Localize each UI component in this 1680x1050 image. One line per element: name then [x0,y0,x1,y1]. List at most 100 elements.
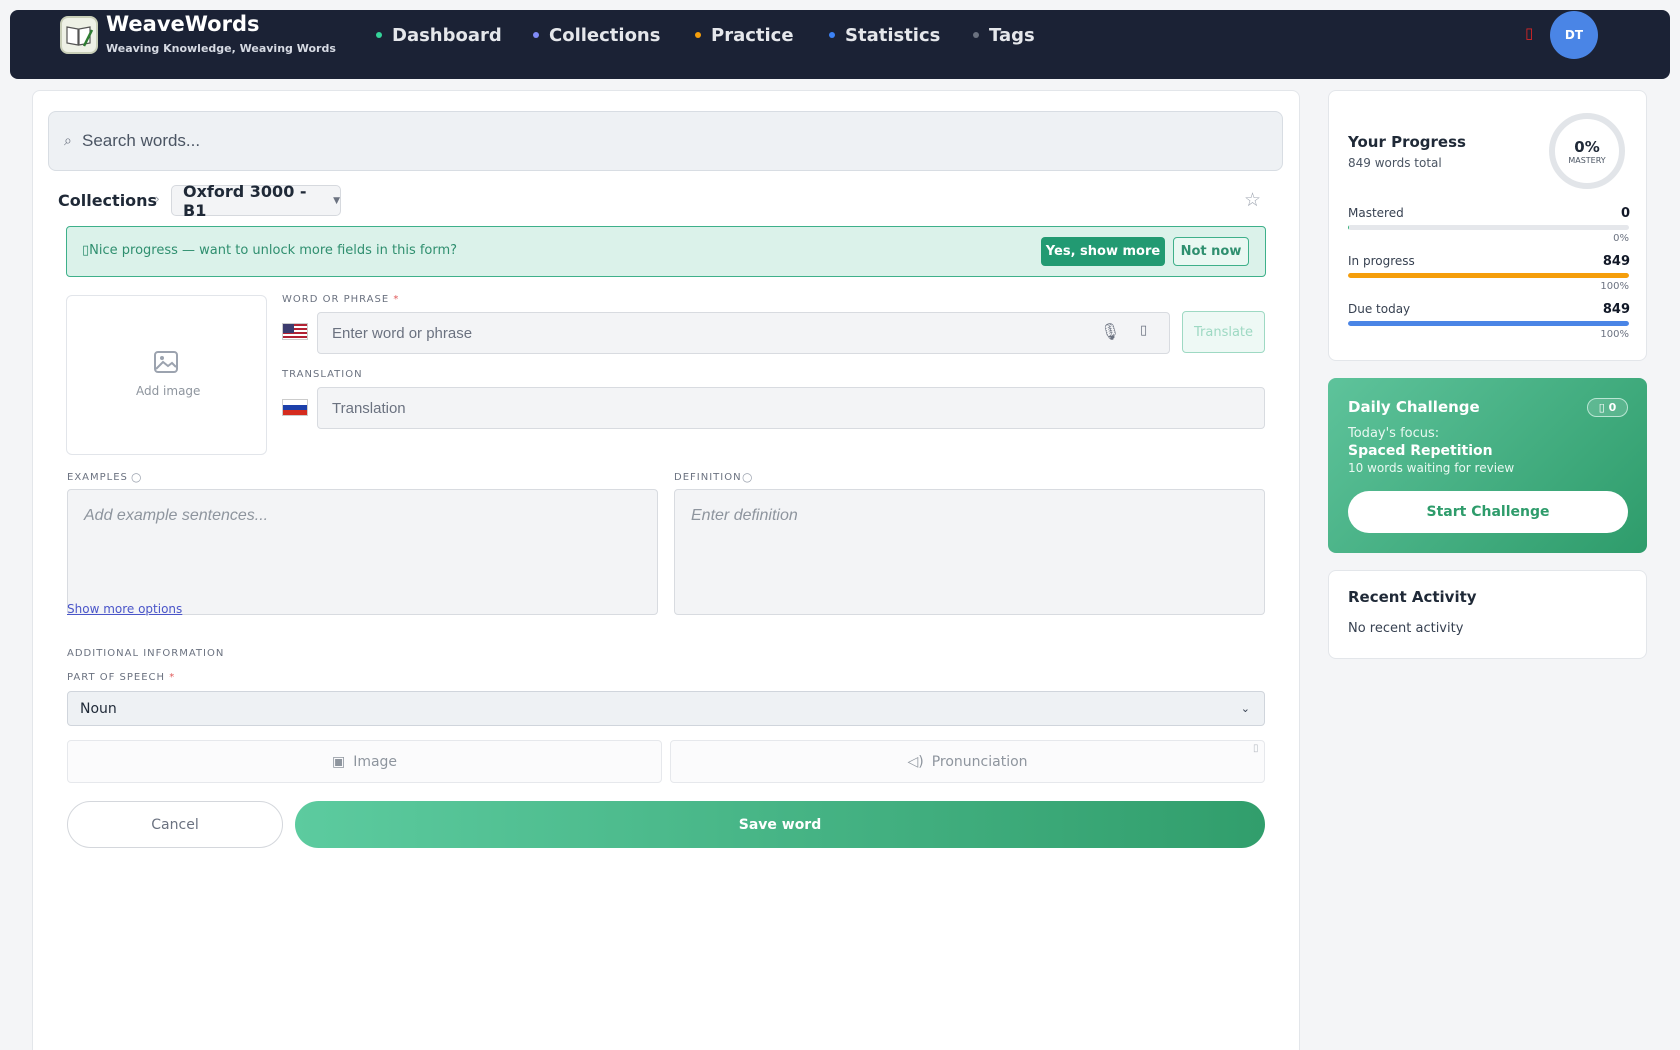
pronunciation-button[interactable]: ◁) Pronunciation [670,740,1265,783]
search-icon[interactable]: ○ [131,470,141,484]
stat-value: 849 [1602,254,1630,269]
app-tagline: Weaving Knowledge, Weaving Words [106,42,336,55]
nav-collections[interactable]: Collections [533,24,660,46]
stat-bar-fill [1348,225,1350,230]
examples-textarea[interactable] [67,489,658,615]
logo-book-icon[interactable] [60,16,98,54]
cancel-button[interactable]: Cancel [67,801,283,848]
caret-down-icon: ▼ [333,195,340,206]
mastery-ring: 0% MASTERY [1549,113,1625,189]
mastery-label: MASTERY [1568,155,1606,165]
app-title: WeaveWords [106,12,260,36]
search-icon: ⌕ [64,133,72,149]
pronunciation-button-label: Pronunciation [931,753,1028,770]
recent-activity-title: Recent Activity [1348,588,1477,606]
stat-value: 0 [1620,206,1630,221]
collection-select-value: Oxford 3000 - B1 [183,181,307,220]
translate-button[interactable]: Translate [1182,311,1265,353]
part-of-speech-label: PART OF SPEECH * [67,672,175,683]
nav-label: Practice [711,24,794,46]
not-now-button[interactable]: Not now [1173,237,1249,266]
progress-title: Your Progress [1348,133,1466,151]
nav-practice[interactable]: Practice [695,24,794,46]
challenge-focus-label: Today's focus: [1348,426,1440,441]
nav-statistics[interactable]: Statistics [829,24,940,46]
star-icon[interactable]: ☆ [1244,189,1261,211]
microphone-icon[interactable]: 🎙 [1100,322,1120,341]
bell-icon[interactable]: ▯ [1525,24,1533,42]
stat-bar-fill [1348,273,1629,278]
pos-value: Noun [80,700,117,717]
nav-dashboard[interactable]: Dashboard [376,24,502,46]
challenge-badge: ▯ 0 [1587,398,1628,417]
collection-select[interactable]: Oxford 3000 - B1 ▼ [171,182,341,220]
flame-icon: ▯ [1598,401,1605,414]
dot-icon [533,32,539,38]
examples-label: EXAMPLES [67,472,128,483]
add-image-dropzone[interactable] [66,295,267,455]
stat-bar-fill [1348,321,1629,326]
image-button-label: Image [353,753,398,770]
search-input[interactable] [82,120,1262,162]
recent-activity-card [1328,570,1647,659]
pronunciation-info-icon[interactable]: ▯ [1253,743,1259,754]
speaker-icon: ◁) [907,753,924,770]
dot-icon [829,32,835,38]
image-icon: ▣ [331,753,346,770]
stat-bar [1348,321,1629,326]
translation-input[interactable] [317,387,1265,429]
banner-message: ▯Nice progress — want to unlock more fie… [82,243,457,258]
chevron-down-icon: ⌄ [1240,702,1250,715]
show-more-button[interactable]: Yes, show more [1041,237,1165,266]
dot-icon [695,32,701,38]
banner-text: Nice progress — want to unlock more fiel… [89,243,458,258]
start-challenge-button[interactable]: Start Challenge [1348,491,1628,533]
nav-label: Tags [989,24,1035,46]
required-marker: * [393,294,400,305]
stat-bar [1348,273,1629,278]
definition-textarea[interactable] [674,489,1265,615]
save-word-button[interactable]: Save word [295,801,1265,848]
avatar[interactable]: DT [1550,11,1598,59]
definition-label: DEFINITION [674,472,742,483]
word-label-text: WORD OR PHRASE [282,294,390,305]
progress-subtitle: 849 words total [1348,156,1442,170]
search-icon[interactable]: ○ [742,470,752,484]
stat-label: Due today [1348,302,1411,316]
nav-label: Statistics [845,24,941,46]
stat-label: Mastered [1348,206,1404,220]
pos-label-text: PART OF SPEECH [67,672,166,683]
image-button[interactable]: ▣ Image [67,740,662,783]
recent-activity-empty: No recent activity [1348,621,1464,636]
word-label: WORD OR PHRASE * [282,294,399,305]
challenge-waiting: 10 words waiting for review [1348,461,1515,475]
ru-flag-icon [282,399,308,416]
us-flag-canton [283,324,294,333]
nav-tags[interactable]: Tags [973,24,1035,46]
keyboard-icon[interactable]: ▯ [1140,323,1147,338]
word-input[interactable] [317,312,1170,354]
stat-percent: 100% [1600,281,1629,292]
nav-label: Collections [549,24,661,46]
translation-label: TRANSLATION [282,369,363,380]
show-more-options-link[interactable]: Show more options [67,602,182,616]
challenge-badge-value: 0 [1608,401,1617,414]
image-icon [154,351,178,373]
nav-label: Dashboard [392,24,502,46]
challenge-topic: Spaced Repetition [1348,443,1493,459]
part-of-speech-select[interactable]: Noun ⌄ [67,691,1265,726]
stat-label: In progress [1348,254,1415,268]
stat-percent: 0% [1613,233,1629,244]
stat-value: 849 [1602,302,1630,317]
breadcrumb-collections[interactable]: Collections [58,191,157,210]
chevron-right-icon: › [155,192,160,206]
additional-info-heading: ADDITIONAL INFORMATION [67,648,225,659]
stat-bar [1348,225,1629,230]
dot-icon [973,32,979,38]
required-marker: * [169,672,176,683]
add-image-label: Add image [136,384,201,398]
stat-percent: 100% [1600,329,1629,340]
dot-icon [376,32,382,38]
mastery-percent: 0% [1574,137,1600,156]
challenge-title: Daily Challenge [1348,398,1480,416]
